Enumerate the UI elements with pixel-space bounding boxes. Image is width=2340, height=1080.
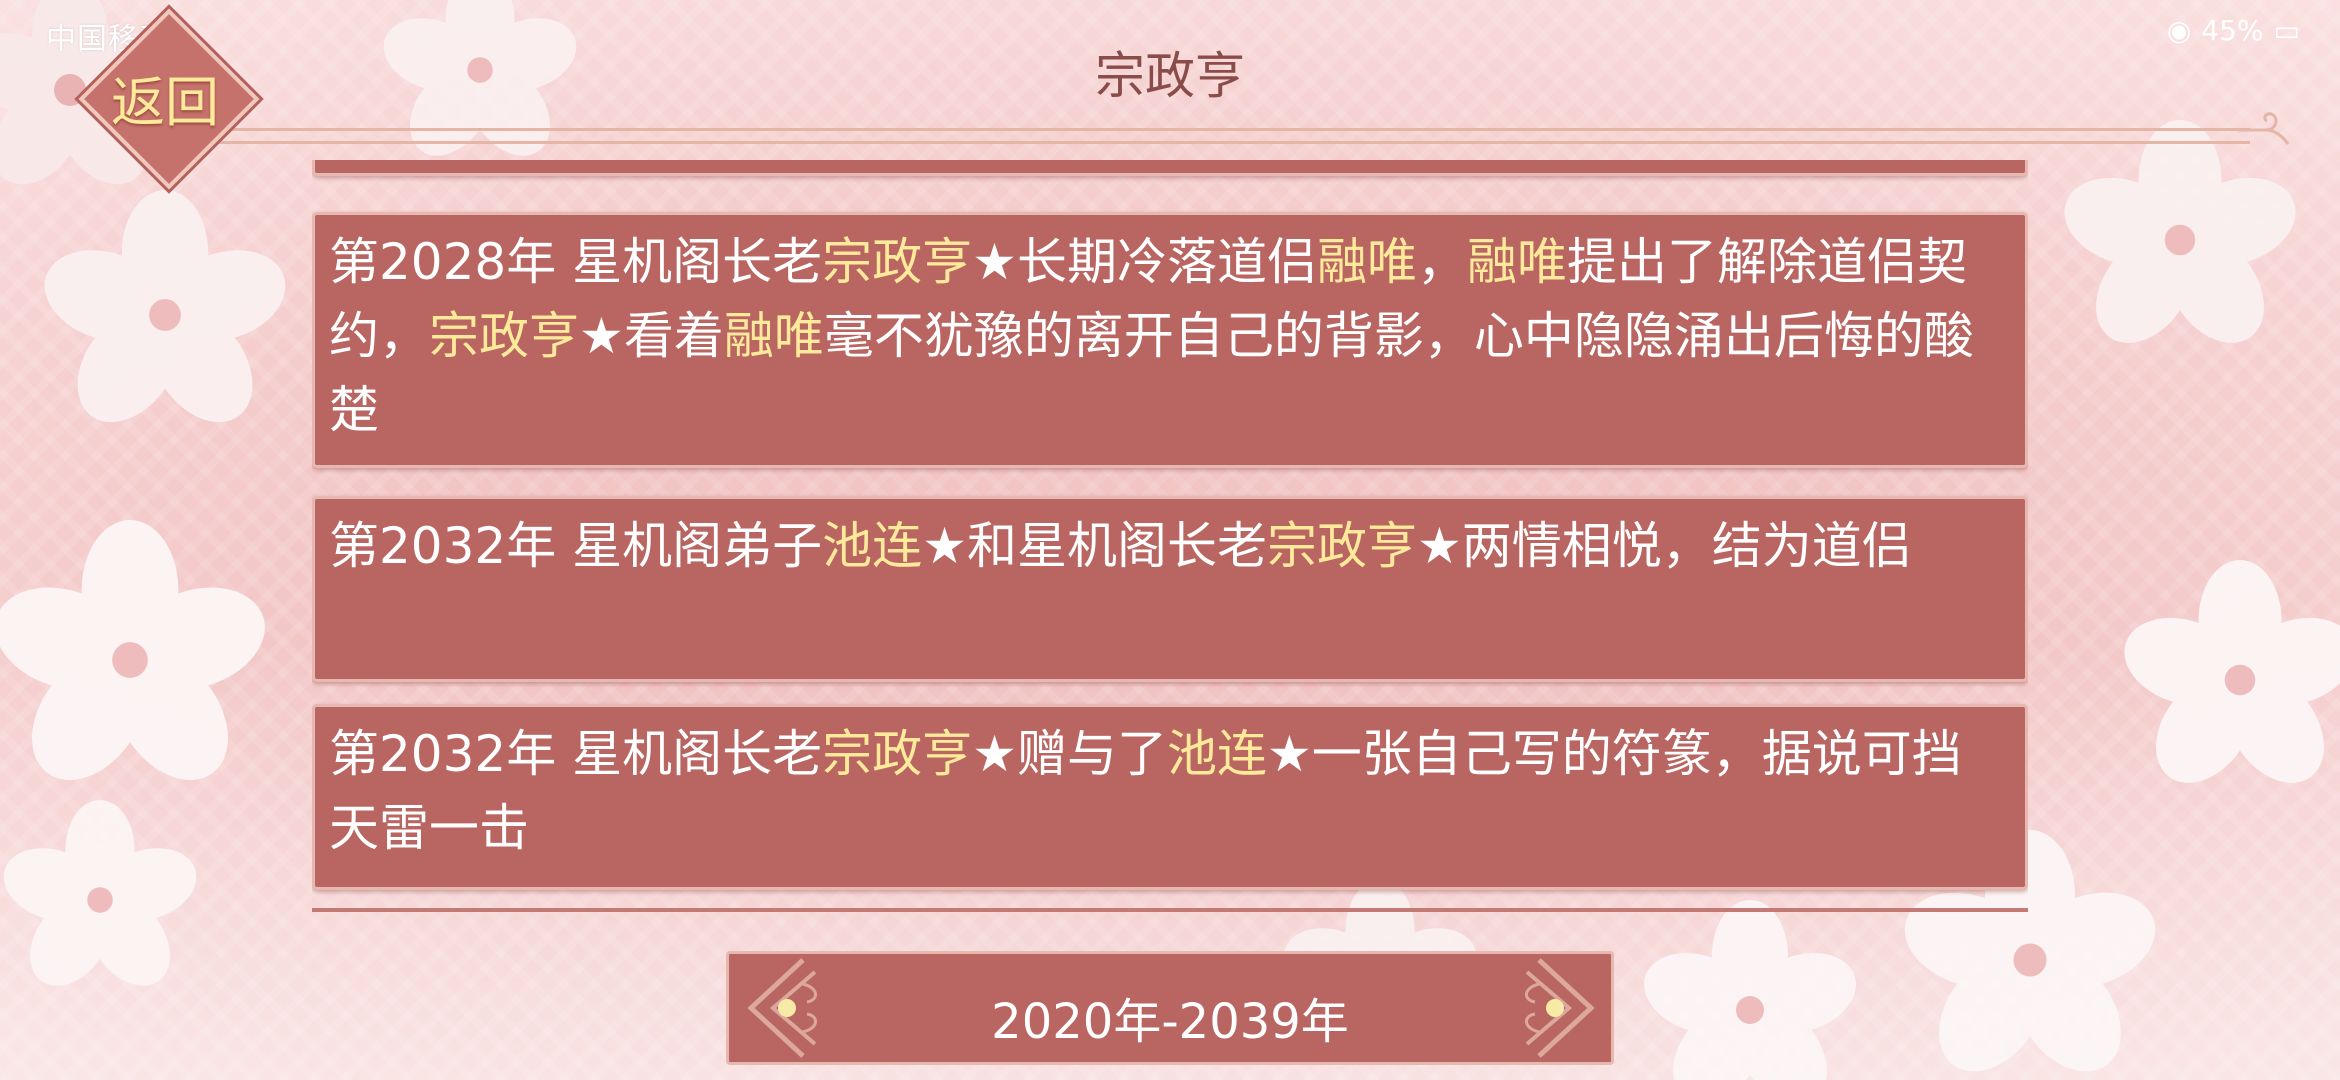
character-name[interactable]: 宗政亨	[1267, 517, 1417, 575]
back-button[interactable]: 返回	[78, 8, 260, 190]
event-text-segment: ★和星机阁长老	[922, 517, 1267, 575]
flower-decoration	[1644, 900, 1856, 1080]
flower-decoration	[44, 190, 286, 423]
event-text-segment: ★两情相悦，结为道侣	[1416, 517, 1912, 575]
period-label: 2020年-2039年	[991, 994, 1349, 1050]
flower-decoration	[3, 800, 197, 986]
header-divider	[150, 128, 2250, 144]
flower-decoration	[2124, 560, 2340, 783]
character-name[interactable]: 融唯	[1317, 233, 1417, 291]
event-text-segment: 第2032年 星机阁弟子	[329, 517, 823, 575]
event-card: 第2028年 星机阁长老宗政亨★长期冷落道侣融唯，融唯提出了解除道侣契约，宗政亨…	[312, 212, 2028, 468]
character-name[interactable]: 融唯	[724, 307, 824, 365]
event-text-segment: 第2028年 星机阁长老	[329, 233, 823, 291]
event-text-segment: ★看着	[579, 307, 724, 365]
character-name[interactable]: 宗政亨	[429, 307, 579, 365]
event-card: 第2032年 星机阁弟子池连★和星机阁长老宗政亨★两情相悦，结为道侣	[312, 496, 2028, 682]
page-title: 宗政亨	[1095, 47, 1245, 105]
character-name[interactable]: 池连	[822, 517, 922, 575]
event-text-segment: ★长期冷落道侣	[972, 233, 1317, 291]
period-selector[interactable]: 2020年-2039年	[726, 951, 1614, 1065]
back-button-label: 返回	[111, 71, 219, 134]
event-list[interactable]: 第2028年 星机阁长老宗政亨★长期冷落道侣融唯，融唯提出了解除道侣契约，宗政亨…	[312, 160, 2028, 910]
event-card: 第2032年 星机阁长老宗政亨★赠与了池连★一张自己写的符篆，据说可挡天雷一击	[312, 704, 2028, 890]
game-screen: 中国移动 ◉ 45% ▭ 宗政亨 返回 第2028年 星机阁长老宗政亨★长期冷落…	[0, 0, 2340, 1080]
event-card-partial	[312, 160, 2028, 176]
event-text-segment: 第2032年 星机阁长老	[329, 725, 823, 783]
cloud-ornament-icon	[2238, 112, 2290, 145]
flower-decoration	[2064, 120, 2296, 343]
event-text-segment: ★赠与了	[972, 725, 1167, 783]
flower-decoration	[0, 520, 265, 780]
event-text-segment: ，	[1416, 233, 1467, 291]
character-name[interactable]: 池连	[1167, 725, 1267, 783]
character-name[interactable]: 宗政亨	[822, 233, 972, 291]
character-name[interactable]: 宗政亨	[822, 725, 972, 783]
character-name[interactable]: 融唯	[1467, 233, 1567, 291]
list-divider	[312, 908, 2028, 912]
right-ornament-arrow-icon[interactable]	[1509, 954, 1599, 1062]
